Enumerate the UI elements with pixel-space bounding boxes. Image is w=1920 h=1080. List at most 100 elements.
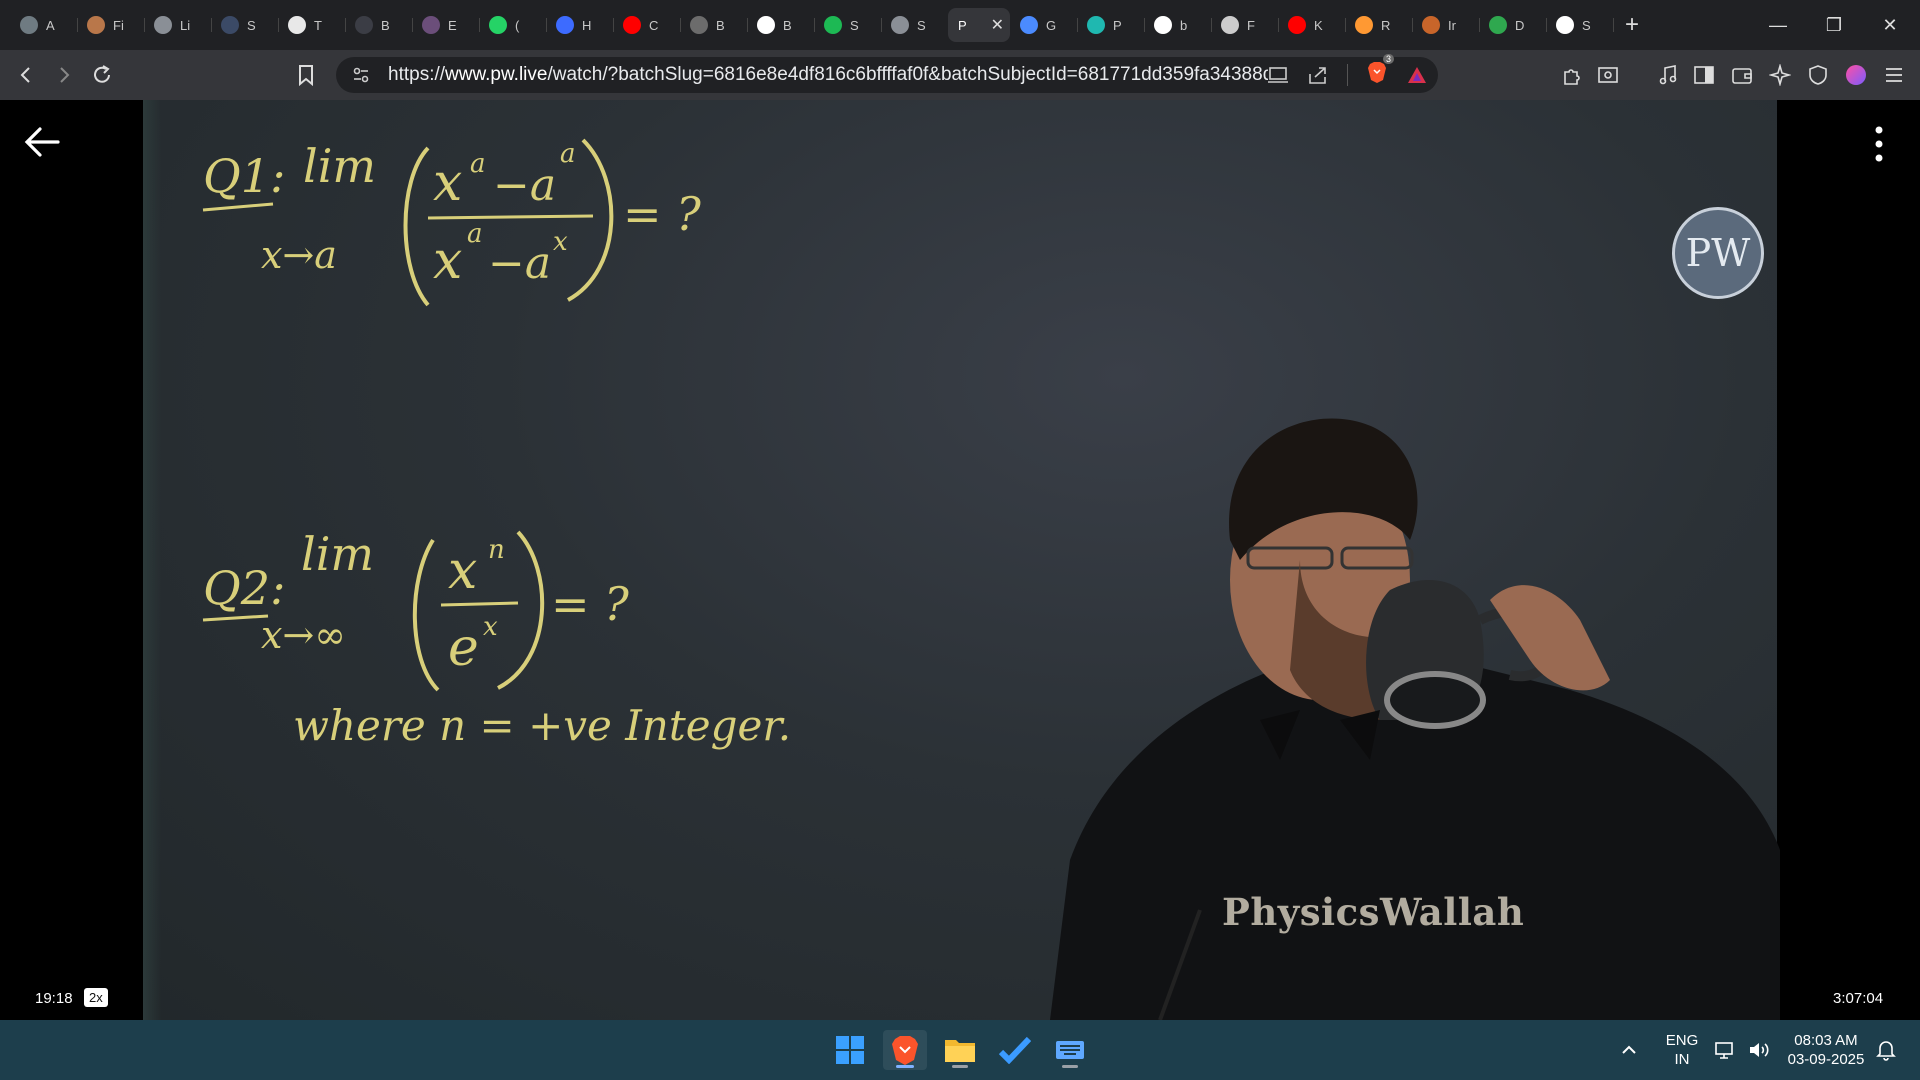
forward-button[interactable] xyxy=(46,57,82,93)
restore-button[interactable]: ❐ xyxy=(1806,0,1862,50)
youtube-icon xyxy=(623,16,641,34)
address-bar[interactable]: https://www.pw.live/watch/?batchSlug=681… xyxy=(336,54,1438,93)
browser-tab[interactable]: b xyxy=(1144,8,1212,42)
browser-tab[interactable]: B xyxy=(680,8,748,42)
video-player[interactable]: Q1: lim x→a xa −a a xa −a x = ? Q2: lim x→… xyxy=(0,100,1920,1020)
back-arrow-icon[interactable] xyxy=(22,122,62,162)
browser-tab[interactable]: Li xyxy=(144,8,212,42)
youtube-icon xyxy=(1288,16,1306,34)
tab-title: H xyxy=(582,17,592,33)
bookmark-button[interactable] xyxy=(288,57,324,93)
pw-logo-text: PW xyxy=(1685,231,1751,275)
browser-tab[interactable]: Ir xyxy=(1412,8,1480,42)
wallet-button[interactable] xyxy=(1724,50,1760,100)
browser-tab[interactable]: B xyxy=(747,8,815,42)
brave-rewards-icon[interactable] xyxy=(1406,65,1428,85)
tab-title: Ir xyxy=(1448,17,1456,33)
close-window-button[interactable]: ✕ xyxy=(1862,0,1918,50)
google-icon xyxy=(1154,16,1172,34)
svg-text:a: a xyxy=(560,139,576,169)
playback-speed-badge[interactable]: 2x xyxy=(84,988,108,1007)
region-code: IN xyxy=(1674,1051,1690,1068)
svg-text:x: x xyxy=(433,231,462,291)
profile-avatar-icon xyxy=(1846,65,1866,85)
browser-tab[interactable]: G xyxy=(1010,8,1078,42)
back-button[interactable] xyxy=(8,57,44,93)
music-note-icon xyxy=(1659,65,1677,85)
taskbar-file-explorer[interactable] xyxy=(938,1030,982,1070)
reload-button[interactable] xyxy=(84,57,120,93)
browser-tab[interactable]: E xyxy=(412,8,480,42)
svg-text:lim: lim xyxy=(303,139,376,193)
tab-title: B xyxy=(716,17,725,33)
extensions-button[interactable] xyxy=(1554,50,1590,100)
svg-text:= ?: = ? xyxy=(623,187,701,241)
tab-title: F xyxy=(1247,17,1255,33)
browser-tab[interactable]: Fi xyxy=(77,8,145,42)
taskbar-touch-keyboard[interactable] xyxy=(1048,1030,1092,1070)
media-button[interactable] xyxy=(1650,50,1686,100)
system-tray-status[interactable] xyxy=(1714,1020,1770,1080)
tab-title: R xyxy=(1381,17,1391,33)
browser-tab[interactable]: H xyxy=(546,8,614,42)
browser-tab[interactable]: P xyxy=(1077,8,1145,42)
start-button[interactable] xyxy=(828,1030,872,1070)
hamburger-icon xyxy=(1886,68,1902,82)
tab-title: K xyxy=(1314,17,1323,33)
tab-title: B xyxy=(381,17,390,33)
install-app-icon[interactable] xyxy=(1267,65,1289,85)
browser-tab[interactable]: S xyxy=(211,8,279,42)
site-thumbnail-icon xyxy=(221,16,239,34)
folder-icon xyxy=(945,1040,975,1062)
browser-tab[interactable]: B xyxy=(345,8,413,42)
tab-title: Fi xyxy=(113,17,124,33)
sidebar-button[interactable] xyxy=(1686,50,1722,100)
share-icon[interactable] xyxy=(1307,65,1329,85)
minimize-button[interactable]: — xyxy=(1750,0,1806,50)
brave-lion-icon xyxy=(1368,62,1386,83)
chevron-right-icon xyxy=(60,67,70,83)
site-settings-icon[interactable] xyxy=(352,66,370,84)
more-options-icon[interactable] xyxy=(1868,124,1890,164)
language-indicator[interactable]: ENG IN xyxy=(1664,1020,1700,1080)
total-duration: 3:07:04 xyxy=(1833,990,1884,1007)
browser-tab[interactable]: D xyxy=(1479,8,1547,42)
svg-text:x: x xyxy=(448,541,477,601)
browser-tab[interactable]: R xyxy=(1345,8,1413,42)
leo-ai-button[interactable] xyxy=(1762,50,1798,100)
browser-tab[interactable]: S xyxy=(881,8,949,42)
browser-tab[interactable]: T xyxy=(278,8,346,42)
tab-title: S xyxy=(247,17,256,33)
browser-tab[interactable]: F xyxy=(1211,8,1279,42)
leo-button[interactable] xyxy=(1590,50,1626,100)
url-text[interactable]: https://www.pw.live/watch/?batchSlug=681… xyxy=(388,64,1268,86)
taskbar-clock[interactable]: 08:03 AM 03-09-2025 xyxy=(1782,1020,1870,1080)
browser-tab[interactable]: S xyxy=(814,8,882,42)
network-icon xyxy=(1715,1042,1733,1059)
active-indicator xyxy=(896,1065,914,1068)
perplexity-icon xyxy=(1087,16,1105,34)
browser-tab[interactable]: ( xyxy=(479,8,547,42)
browser-tab[interactable]: C xyxy=(613,8,681,42)
taskbar-todo[interactable] xyxy=(993,1030,1037,1070)
new-tab-button[interactable]: + xyxy=(1625,11,1639,39)
tab-title: Li xyxy=(180,17,191,33)
vpn-button[interactable] xyxy=(1800,50,1836,100)
page-search-icon xyxy=(1598,67,1618,83)
browser-tab[interactable]: K xyxy=(1278,8,1346,42)
whatsapp-icon xyxy=(489,16,507,34)
browser-tab[interactable]: S xyxy=(1546,8,1614,42)
profile-button[interactable] xyxy=(1838,50,1874,100)
browser-tab[interactable]: P ✕ xyxy=(948,8,1010,42)
close-tab-icon[interactable]: ✕ xyxy=(991,15,1004,35)
svg-text:a: a xyxy=(470,149,486,179)
main-menu-button[interactable] xyxy=(1876,50,1912,100)
browser-tab[interactable]: A xyxy=(10,8,78,42)
taskbar-brave[interactable] xyxy=(883,1030,927,1070)
show-hidden-icons-button[interactable] xyxy=(1620,1020,1638,1080)
brave-shields-button[interactable]: 3 xyxy=(1366,54,1394,90)
notifications-button[interactable] xyxy=(1876,1020,1896,1080)
clock-time: 08:03 AM xyxy=(1794,1032,1858,1049)
language-code: ENG xyxy=(1665,1032,1699,1049)
shield-icon xyxy=(1809,65,1827,85)
